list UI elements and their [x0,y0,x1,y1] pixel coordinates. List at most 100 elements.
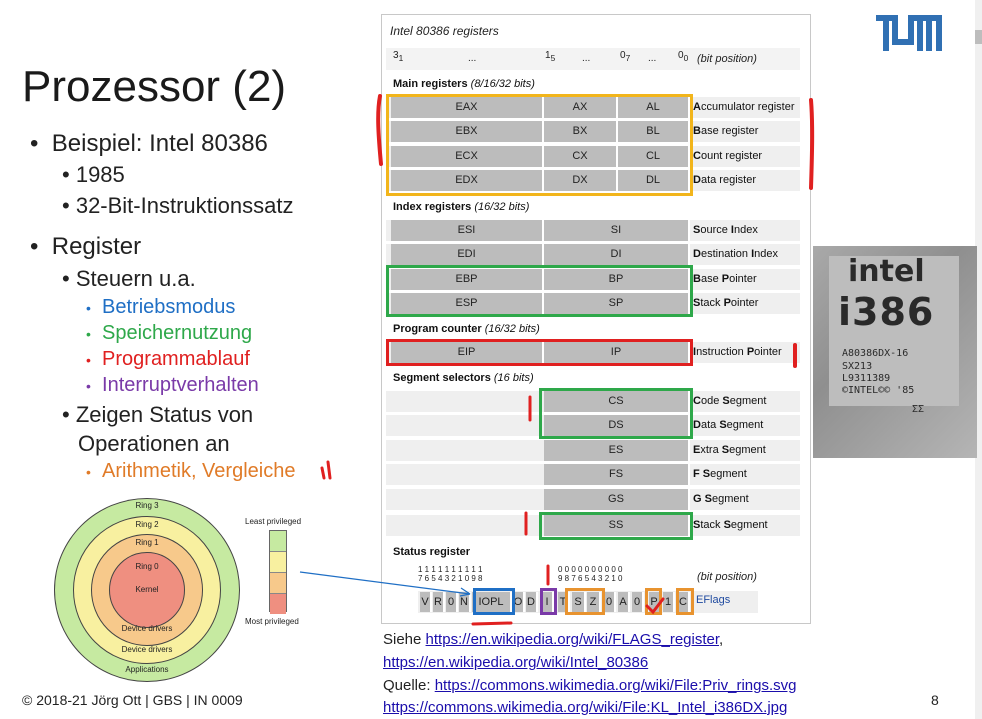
ring-label: Ring 0 [135,562,159,571]
bullet-status-cont: Operationen an [78,431,230,456]
privilege-scale [269,530,287,614]
register-table-title: Intel 80386 registers [390,24,499,38]
flag-cell: 0 [604,592,616,612]
bullet-text: Speichernutzung [102,322,253,344]
register-cell: EDI [391,244,544,265]
status-bit-label: (bit position) [697,571,757,583]
register-desc: Accumulator register [693,101,795,113]
bullet-text: Programmablauf [102,348,250,370]
flag-cell: D [526,592,538,612]
register-cell: ES [544,440,690,461]
least-privileged-label: Least privileged [245,517,302,526]
bit-pos-31: 31 [393,50,404,63]
register-desc: Data register [693,174,756,186]
register-desc: Count register [693,150,763,162]
program-counter-header: Program counter (16/32 bits) [393,323,540,335]
register-cell: ESI [391,220,544,241]
bullet-register: • Register [30,233,142,260]
chip-line: SX213 [842,361,873,372]
register-desc: Extra Segment [693,444,766,456]
bullet-text: 32-Bit-Instruktionssatz [75,193,294,218]
bullet-instruction-set: • 32-Bit-Instruktionssatz [62,193,294,218]
link-flags-register[interactable]: https://en.wikipedia.org/wiki/FLAGS_regi… [426,631,719,648]
bullet-betriebsmodus: • Betriebsmodus [86,296,236,318]
handwritten-mark [376,94,383,166]
bit-pos-dots: ... [468,53,477,64]
flag-cell: 0 [632,592,644,612]
register-desc: Instruction Pointer [693,346,782,358]
highlight-interrupt-flag [540,588,557,615]
ring-label: Kernel [135,585,159,594]
bullet-programmablauf: • Programmablauf [86,348,250,370]
bit-pos-0: 00 [678,50,689,63]
handwritten-underline [471,621,513,626]
register-desc: Stack Segment [693,519,768,531]
arrow-to-iopl [299,571,471,597]
register-cell: FS [544,464,690,485]
highlight-sign-zero [565,588,605,615]
handwritten-mark [546,564,550,586]
register-desc: Base Pointer [693,273,757,285]
handwritten-mark [524,511,528,536]
register-cell: GS [544,489,690,510]
index-registers-header: Index registers (16/32 bits) [393,201,530,213]
bullet-text: Zeigen Status von [75,402,254,427]
chip-line: ΣΣ [912,404,925,415]
svg-text:0 0 0 0 0 0 0 0 0 0: 0 0 0 0 0 0 0 0 0 0 [558,565,623,574]
highlight-main-registers [386,94,693,196]
ring-label: Ring 1 [135,538,159,547]
bullet-text: Interruptverhalten [102,374,259,396]
ring-label: Device drivers [121,624,173,633]
most-privileged-label: Most privileged [245,617,299,626]
ring-label: Ring 3 [135,501,159,510]
source-line-1: Siehe https://en.wikipedia.org/wiki/FLAG… [383,631,724,648]
bullet-speichernutzung: • Speichernutzung [86,322,253,344]
bullet-text: Betriebsmodus [102,296,236,318]
slide-title: Prozessor (2) [22,62,287,111]
chip-line: ©INTEL©© '85 [842,385,915,396]
register-desc: Code Segment [693,395,767,407]
link-intel-80386[interactable]: https://en.wikipedia.org/wiki/Intel_8038… [383,654,648,671]
bullet-year: • 1985 [62,162,125,187]
register-cell: SI [544,220,690,241]
handwritten-mark [528,395,532,422]
highlight-ss [539,512,693,540]
eflags-label: EFlags [696,594,731,606]
link-priv-rings[interactable]: https://commons.wikimedia.org/wiki/File:… [435,677,797,694]
bit-pos-15: 15 [545,50,556,63]
bullet-text: Steuern u.a. [75,266,196,291]
bit-pos-dots: ... [648,53,657,64]
status-register-header: Status register [393,546,471,558]
footer-copyright: © 2018-21 Jörg Ott | GBS | IN 0009 [22,692,243,708]
svg-text:9 8 7 6 5 4 3 2 1 0: 9 8 7 6 5 4 3 2 1 0 [558,574,623,583]
handwritten-mark [320,460,332,480]
chip-brand: intel [848,254,925,289]
register-desc: Data Segment [693,419,764,431]
source-line-3: Quelle: https://commons.wikimedia.org/wi… [383,677,797,694]
handwritten-mark [809,98,815,190]
main-registers-header: Main registers (8/16/32 bits) [393,78,535,90]
bit-pos-7: 07 [620,50,631,63]
highlight-stack-registers [386,265,693,317]
register-desc: G Segment [693,493,749,505]
bullet-text: Arithmetik, Vergleiche [102,460,296,482]
register-desc: Destination Index [693,248,779,260]
register-cell: DI [544,244,690,265]
tum-logo [876,15,942,51]
scrollbar-thumb[interactable] [975,30,982,44]
bullet-example: • Beispiel: Intel 80386 [30,130,268,157]
segment-selectors-header: Segment selectors (16 bits) [393,372,534,384]
flag-cell: A [618,592,630,612]
bullet-text: 1985 [75,162,125,187]
handwritten-check [645,597,665,615]
register-desc: Source Index [693,224,758,236]
bullet-steuern: • Steuern u.a. [62,266,196,291]
bullet-text: Beispiel: Intel 80386 [51,130,268,157]
chip-line: A80386DX-16 [842,348,909,359]
handwritten-mark [793,343,797,368]
chip-model: i386 [838,290,935,334]
link-intel-chip-image[interactable]: https://commons.wikimedia.org/wiki/File:… [383,699,787,716]
bullet-arithmetik: • Arithmetik, Vergleiche [86,460,296,482]
bit-pos-label: (bit position) [697,53,757,65]
bullet-text: Register [51,233,142,260]
